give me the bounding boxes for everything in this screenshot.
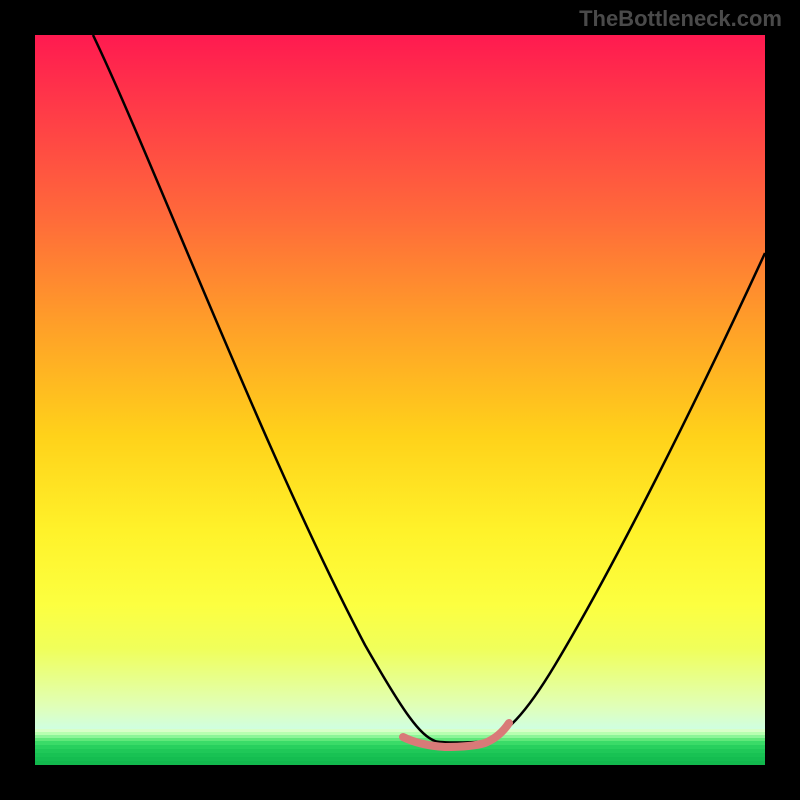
chart-svg xyxy=(35,35,765,765)
plot-area xyxy=(35,35,765,765)
watermark-text: TheBottleneck.com xyxy=(579,6,782,32)
highlight-curve xyxy=(403,723,509,747)
main-curve xyxy=(93,35,765,743)
